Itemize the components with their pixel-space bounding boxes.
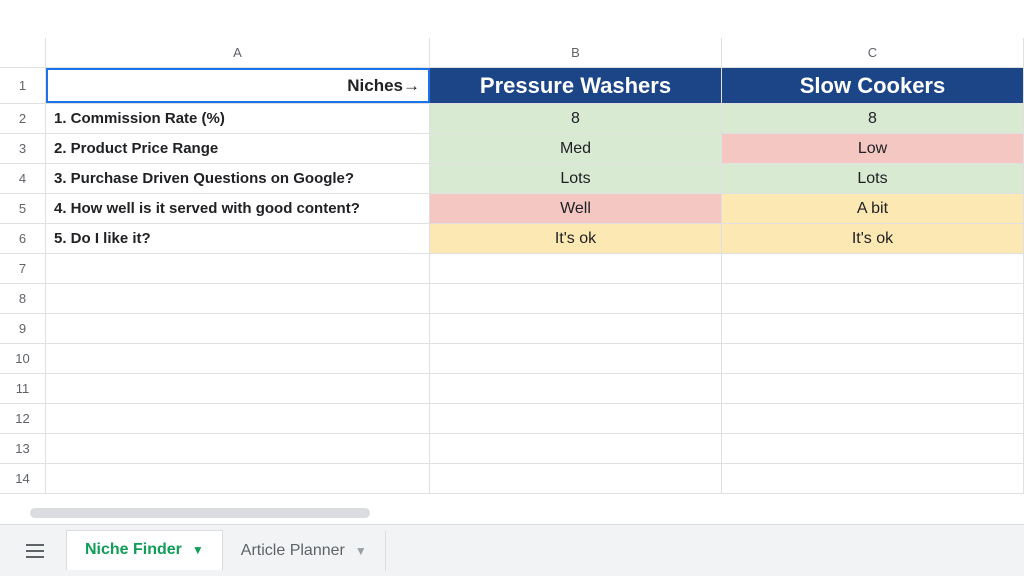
horizontal-scrollbar[interactable] bbox=[30, 508, 370, 518]
row-header-1[interactable]: 1 bbox=[0, 68, 46, 103]
table-row: 14 bbox=[0, 464, 1024, 494]
cell-empty[interactable] bbox=[46, 464, 430, 493]
cell-empty[interactable] bbox=[430, 314, 722, 343]
criterion-label[interactable]: 4. How well is it served with good conte… bbox=[46, 194, 430, 223]
table-row: 4 3. Purchase Driven Questions on Google… bbox=[0, 164, 1024, 194]
cell-empty[interactable] bbox=[722, 464, 1024, 493]
table-row: 7 bbox=[0, 254, 1024, 284]
cell-empty[interactable] bbox=[430, 284, 722, 313]
cell-empty[interactable] bbox=[430, 254, 722, 283]
row-header-6[interactable]: 6 bbox=[0, 224, 46, 253]
row-header-4[interactable]: 4 bbox=[0, 164, 46, 193]
row-header-13[interactable]: 13 bbox=[0, 434, 46, 463]
cell-empty[interactable] bbox=[46, 374, 430, 403]
cell-empty[interactable] bbox=[46, 284, 430, 313]
cell-C2[interactable]: 8 bbox=[722, 104, 1024, 133]
chevron-down-icon: ▼ bbox=[192, 543, 204, 557]
row-header-5[interactable]: 5 bbox=[0, 194, 46, 223]
row-header-12[interactable]: 12 bbox=[0, 404, 46, 433]
row-header-9[interactable]: 9 bbox=[0, 314, 46, 343]
cell-empty[interactable] bbox=[722, 434, 1024, 463]
cell-empty[interactable] bbox=[722, 284, 1024, 313]
row-header-2[interactable]: 2 bbox=[0, 104, 46, 133]
chevron-down-icon: ▼ bbox=[355, 544, 367, 558]
table-row: 11 bbox=[0, 374, 1024, 404]
table-row: 2 1. Commission Rate (%) 8 8 bbox=[0, 104, 1024, 134]
row-header-8[interactable]: 8 bbox=[0, 284, 46, 313]
row-header-14[interactable]: 14 bbox=[0, 464, 46, 493]
table-row: 3 2. Product Price Range Med Low bbox=[0, 134, 1024, 164]
cell-empty[interactable] bbox=[46, 314, 430, 343]
row-header-11[interactable]: 11 bbox=[0, 374, 46, 403]
row-header-10[interactable]: 10 bbox=[0, 344, 46, 373]
table-row: 13 bbox=[0, 434, 1024, 464]
col-header-B[interactable]: B bbox=[430, 38, 722, 67]
tab-label: Article Planner bbox=[241, 542, 345, 560]
cell-empty[interactable] bbox=[430, 464, 722, 493]
cell-empty[interactable] bbox=[430, 434, 722, 463]
cell-empty[interactable] bbox=[46, 434, 430, 463]
cell-empty[interactable] bbox=[430, 374, 722, 403]
cell-empty[interactable] bbox=[430, 404, 722, 433]
cell-empty[interactable] bbox=[46, 254, 430, 283]
cell-empty[interactable] bbox=[722, 404, 1024, 433]
cell-C4[interactable]: Lots bbox=[722, 164, 1024, 193]
col-header-C[interactable]: C bbox=[722, 38, 1024, 67]
cell-C5[interactable]: A bit bbox=[722, 194, 1024, 223]
cell-C1-niche-header[interactable]: Slow Cookers bbox=[722, 68, 1024, 103]
cell-B6[interactable]: It's ok bbox=[430, 224, 722, 253]
cell-B3[interactable]: Med bbox=[430, 134, 722, 163]
table-row: 1 Niches→ Pressure Washers Slow Cookers bbox=[0, 68, 1024, 104]
column-header-row: A B C bbox=[0, 38, 1024, 68]
select-all-corner[interactable] bbox=[0, 38, 46, 67]
criterion-label[interactable]: 3. Purchase Driven Questions on Google? bbox=[46, 164, 430, 193]
tab-niche-finder[interactable]: Niche Finder ▼ bbox=[66, 530, 223, 570]
sheet-tabs-bar: Niche Finder ▼ Article Planner ▼ bbox=[0, 524, 1024, 576]
cell-empty[interactable] bbox=[722, 344, 1024, 373]
cell-empty[interactable] bbox=[722, 374, 1024, 403]
row-header-3[interactable]: 3 bbox=[0, 134, 46, 163]
cell-B1-niche-header[interactable]: Pressure Washers bbox=[430, 68, 722, 103]
criterion-label[interactable]: 2. Product Price Range bbox=[46, 134, 430, 163]
cell-A1-active[interactable]: Niches→ bbox=[46, 68, 430, 103]
tab-label: Niche Finder bbox=[85, 541, 182, 559]
grid-body: 1 Niches→ Pressure Washers Slow Cookers … bbox=[0, 68, 1024, 494]
cell-C6[interactable]: It's ok bbox=[722, 224, 1024, 253]
cell-B5[interactable]: Well bbox=[430, 194, 722, 223]
cell-C3[interactable]: Low bbox=[722, 134, 1024, 163]
table-row: 8 bbox=[0, 284, 1024, 314]
cell-empty[interactable] bbox=[430, 344, 722, 373]
cell-empty[interactable] bbox=[722, 314, 1024, 343]
table-row: 5 4. How well is it served with good con… bbox=[0, 194, 1024, 224]
all-sheets-button[interactable] bbox=[18, 534, 52, 568]
criterion-label[interactable]: 5. Do I like it? bbox=[46, 224, 430, 253]
hamburger-icon bbox=[26, 544, 44, 558]
spreadsheet-grid: A B C 1 Niches→ Pressure Washers Slow Co… bbox=[0, 38, 1024, 576]
cell-empty[interactable] bbox=[46, 404, 430, 433]
cell-empty[interactable] bbox=[722, 254, 1024, 283]
col-header-A[interactable]: A bbox=[46, 38, 430, 67]
table-row: 9 bbox=[0, 314, 1024, 344]
row-header-7[interactable]: 7 bbox=[0, 254, 46, 283]
cell-B4[interactable]: Lots bbox=[430, 164, 722, 193]
tab-article-planner[interactable]: Article Planner ▼ bbox=[223, 531, 386, 571]
table-row: 10 bbox=[0, 344, 1024, 374]
criterion-label[interactable]: 1. Commission Rate (%) bbox=[46, 104, 430, 133]
cell-B2[interactable]: 8 bbox=[430, 104, 722, 133]
cell-empty[interactable] bbox=[46, 344, 430, 373]
table-row: 12 bbox=[0, 404, 1024, 434]
table-row: 6 5. Do I like it? It's ok It's ok bbox=[0, 224, 1024, 254]
